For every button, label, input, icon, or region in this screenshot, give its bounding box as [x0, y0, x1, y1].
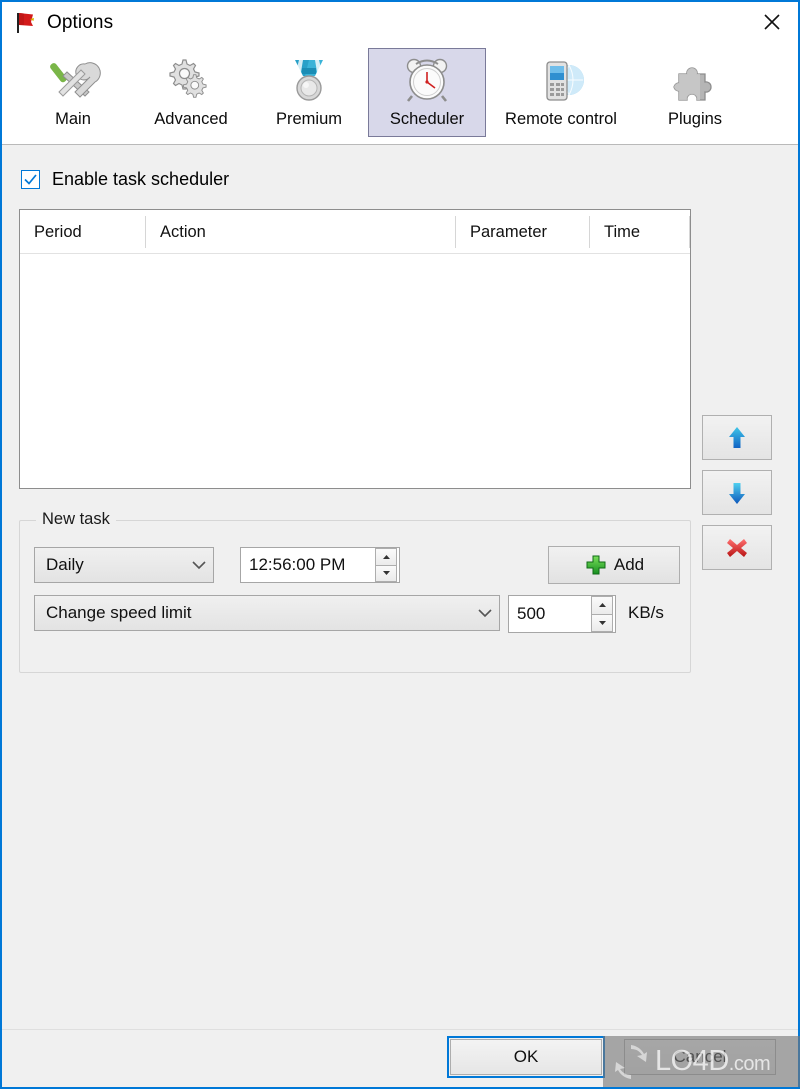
- red-x-icon: [727, 538, 747, 557]
- tab-advanced-label: Advanced: [154, 110, 228, 128]
- alarm-clock-icon: [399, 51, 455, 109]
- speed-unit-label: KB/s: [628, 603, 664, 622]
- task-time-input[interactable]: 12:56:00 PM: [240, 547, 400, 583]
- arrow-down-icon: [729, 482, 745, 504]
- tools-icon: [45, 51, 101, 109]
- enable-task-scheduler-label: Enable task scheduler: [52, 169, 230, 189]
- add-task-button[interactable]: Add: [548, 546, 680, 584]
- title-bar: Options: [2, 2, 798, 44]
- column-header-action-label: Action: [160, 222, 206, 241]
- task-action-select[interactable]: Change speed limit: [34, 595, 500, 631]
- tab-premium-label: Premium: [275, 110, 342, 128]
- speed-limit-decrement[interactable]: [591, 614, 613, 632]
- caret-down-icon: [598, 620, 606, 625]
- phone-globe-icon: [533, 51, 589, 109]
- enable-task-scheduler-checkbox[interactable]: [21, 170, 40, 189]
- green-plus-icon: [586, 555, 606, 575]
- cancel-button[interactable]: Cancel: [624, 1039, 776, 1075]
- chevron-down-icon: [471, 608, 499, 618]
- options-dialog: Options Main Advanced Premium Scheduler …: [0, 0, 800, 1089]
- caret-down-icon: [382, 571, 390, 576]
- task-time-increment[interactable]: [375, 548, 397, 566]
- task-period-value: Daily: [46, 555, 84, 574]
- medal-icon: [281, 51, 337, 109]
- speed-limit-increment[interactable]: [591, 596, 613, 615]
- tasks-list-header: Period Action Parameter Time: [20, 210, 690, 254]
- task-period-select[interactable]: Daily: [34, 547, 214, 583]
- gears-icon: [163, 51, 219, 109]
- tab-plugins[interactable]: Plugins: [636, 48, 754, 137]
- puzzle-piece-icon: [667, 51, 723, 109]
- dialog-footer: OK Cancel: [2, 1029, 798, 1087]
- delete-task-button[interactable]: [702, 525, 772, 570]
- tab-premium[interactable]: Premium: [250, 48, 368, 137]
- add-task-label: Add: [613, 555, 645, 574]
- tab-main[interactable]: Main: [14, 48, 132, 137]
- tab-remote-control[interactable]: Remote control: [486, 48, 636, 137]
- ok-button[interactable]: OK: [447, 1036, 605, 1078]
- scheduler-panel: Enable task scheduler Period Action Para…: [2, 145, 798, 1029]
- tab-plugins-label: Plugins: [667, 110, 723, 128]
- column-header-parameter[interactable]: Parameter: [456, 210, 590, 254]
- caret-up-icon: [598, 603, 606, 608]
- checkmark-icon: [24, 174, 37, 185]
- move-task-up-button[interactable]: [702, 415, 772, 460]
- task-time-decrement[interactable]: [375, 565, 397, 582]
- tab-remote-control-label: Remote control: [505, 110, 617, 128]
- tab-advanced[interactable]: Advanced: [132, 48, 250, 137]
- speed-limit-value: 500: [517, 604, 546, 623]
- new-task-group-title: New task: [36, 510, 116, 529]
- enable-task-scheduler-row[interactable]: Enable task scheduler: [21, 169, 229, 190]
- tab-scheduler[interactable]: Scheduler: [368, 48, 486, 137]
- task-time-stepper[interactable]: [375, 548, 397, 582]
- column-header-period[interactable]: Period: [20, 210, 146, 254]
- scheduled-tasks-list[interactable]: Period Action Parameter Time: [19, 209, 691, 489]
- column-header-time-label: Time: [604, 222, 641, 241]
- column-header-period-label: Period: [34, 222, 82, 241]
- column-header-time[interactable]: Time: [590, 210, 690, 254]
- move-task-down-button[interactable]: [702, 470, 772, 515]
- speed-limit-stepper[interactable]: [591, 596, 613, 632]
- chevron-down-icon: [185, 560, 213, 570]
- tab-main-label: Main: [55, 110, 91, 128]
- task-time-value: 12:56:00 PM: [249, 555, 346, 574]
- close-button[interactable]: [746, 2, 798, 42]
- task-action-value: Change speed limit: [46, 603, 192, 622]
- new-task-group: New task Daily 12:56:00 PM Add Change sp…: [19, 510, 691, 673]
- arrow-up-icon: [729, 426, 745, 448]
- options-tab-bar: Main Advanced Premium Scheduler Remote c…: [2, 44, 798, 145]
- window-title: Options: [47, 12, 114, 33]
- tab-scheduler-label: Scheduler: [389, 110, 465, 128]
- column-header-parameter-label: Parameter: [470, 222, 548, 241]
- tasks-list-body[interactable]: [20, 254, 690, 488]
- speed-limit-input[interactable]: 500: [508, 595, 616, 633]
- caret-up-icon: [382, 554, 390, 559]
- column-header-action[interactable]: Action: [146, 210, 456, 254]
- fdm-flag-icon: [12, 10, 38, 36]
